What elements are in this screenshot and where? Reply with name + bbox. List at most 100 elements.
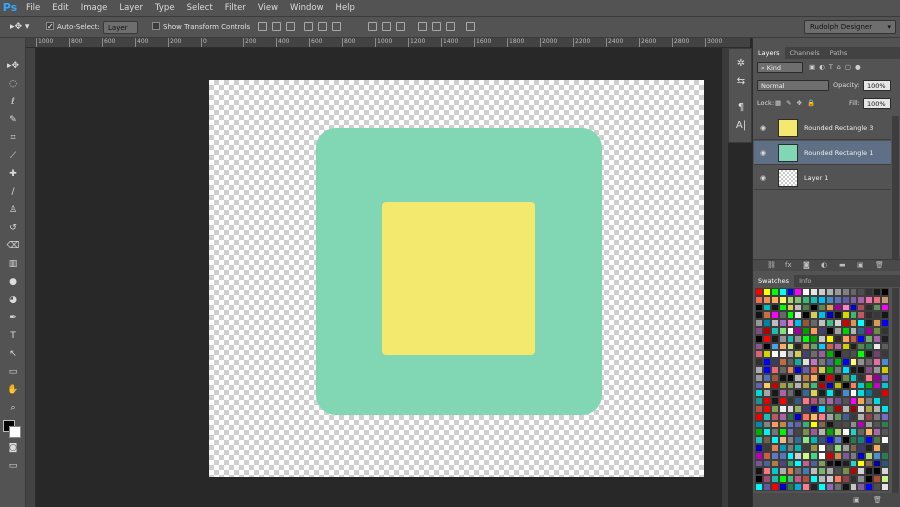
swatch[interactable] bbox=[873, 475, 882, 483]
swatch[interactable] bbox=[881, 326, 889, 335]
menu-type[interactable]: Type bbox=[149, 0, 181, 16]
swatch[interactable] bbox=[802, 342, 811, 351]
swatch[interactable] bbox=[770, 303, 779, 312]
swatch[interactable] bbox=[755, 482, 763, 491]
swatch[interactable] bbox=[802, 475, 811, 483]
swatch[interactable] bbox=[865, 459, 874, 468]
brush-tool-icon[interactable]: ∕ bbox=[3, 185, 23, 199]
swatch[interactable] bbox=[873, 389, 882, 398]
swatch[interactable] bbox=[818, 451, 826, 460]
swatch[interactable] bbox=[818, 404, 826, 413]
swatch[interactable] bbox=[873, 397, 882, 405]
swatch[interactable] bbox=[810, 350, 819, 359]
swatch[interactable] bbox=[794, 420, 803, 429]
swatch[interactable] bbox=[841, 342, 850, 351]
swatch[interactable] bbox=[762, 350, 771, 359]
swatch[interactable] bbox=[841, 420, 850, 429]
swatch[interactable] bbox=[755, 397, 763, 405]
swatch[interactable] bbox=[841, 404, 850, 413]
filter-icons[interactable]: ▣◐T⌂▢● bbox=[809, 62, 891, 73]
swatch[interactable] bbox=[841, 319, 850, 327]
swatch[interactable] bbox=[770, 404, 779, 413]
swatch[interactable] bbox=[810, 295, 819, 304]
swatch[interactable] bbox=[881, 459, 889, 468]
swatch[interactable] bbox=[841, 482, 850, 491]
swatch[interactable] bbox=[841, 459, 850, 468]
swatch[interactable] bbox=[873, 311, 882, 320]
swatch[interactable] bbox=[833, 295, 842, 304]
swatch[interactable] bbox=[849, 420, 858, 429]
swatch[interactable] bbox=[841, 326, 850, 335]
swatch[interactable] bbox=[825, 326, 834, 335]
swatch[interactable] bbox=[825, 467, 834, 476]
swatch[interactable] bbox=[770, 475, 779, 483]
swatch[interactable] bbox=[873, 365, 882, 374]
swatch[interactable] bbox=[881, 467, 889, 476]
swatch[interactable] bbox=[802, 373, 811, 382]
swatch[interactable] bbox=[841, 475, 850, 483]
swatch[interactable] bbox=[825, 342, 834, 351]
marquee-tool-icon[interactable]: ◌ bbox=[3, 77, 23, 91]
swatch[interactable] bbox=[778, 482, 787, 491]
quick-select-tool-icon[interactable]: ✎ bbox=[3, 113, 23, 127]
swatch[interactable] bbox=[833, 311, 842, 320]
swatch[interactable] bbox=[849, 373, 858, 382]
swatch[interactable] bbox=[755, 295, 763, 304]
swatch[interactable] bbox=[786, 326, 795, 335]
swatch[interactable] bbox=[857, 303, 866, 312]
swatch[interactable] bbox=[881, 389, 889, 398]
swatch[interactable] bbox=[865, 389, 874, 398]
swatch[interactable] bbox=[841, 334, 850, 343]
swatch[interactable] bbox=[818, 373, 826, 382]
swatch[interactable] bbox=[849, 342, 858, 351]
swatch[interactable] bbox=[810, 288, 819, 296]
swatch[interactable] bbox=[833, 459, 842, 468]
swatch[interactable] bbox=[770, 319, 779, 327]
swatch[interactable] bbox=[794, 350, 803, 359]
swatch[interactable] bbox=[778, 319, 787, 327]
swatch[interactable] bbox=[833, 319, 842, 327]
swatch[interactable] bbox=[818, 326, 826, 335]
swatch[interactable] bbox=[825, 436, 834, 444]
swatch[interactable] bbox=[833, 334, 842, 343]
align-bottom-icon[interactable] bbox=[286, 22, 295, 31]
swatch[interactable] bbox=[770, 397, 779, 405]
swatch[interactable] bbox=[770, 350, 779, 359]
swatch[interactable] bbox=[786, 303, 795, 312]
swatch[interactable] bbox=[786, 443, 795, 452]
align-vcenter-icon[interactable] bbox=[272, 22, 281, 31]
swatch[interactable] bbox=[794, 381, 803, 390]
swatch[interactable] bbox=[873, 326, 882, 335]
fx-icon[interactable]: fx bbox=[785, 261, 792, 269]
swatch[interactable] bbox=[770, 342, 779, 351]
swatch[interactable] bbox=[810, 311, 819, 320]
swatch[interactable] bbox=[786, 404, 795, 413]
swatch[interactable] bbox=[865, 288, 874, 296]
swatch[interactable] bbox=[794, 342, 803, 351]
swatch[interactable] bbox=[849, 319, 858, 327]
swatch[interactable] bbox=[849, 428, 858, 437]
distribute-top-icon[interactable] bbox=[368, 22, 377, 31]
swatch[interactable] bbox=[755, 428, 763, 437]
swatch[interactable] bbox=[794, 475, 803, 483]
swatch[interactable] bbox=[802, 397, 811, 405]
swatch[interactable] bbox=[881, 397, 889, 405]
swatch[interactable] bbox=[770, 288, 779, 296]
swatch[interactable] bbox=[778, 358, 787, 366]
swatch[interactable] bbox=[762, 420, 771, 429]
menu-layer[interactable]: Layer bbox=[113, 0, 149, 16]
swatch[interactable] bbox=[770, 334, 779, 343]
swatch[interactable] bbox=[841, 358, 850, 366]
swatch[interactable] bbox=[794, 467, 803, 476]
swatch[interactable] bbox=[825, 288, 834, 296]
menu-edit[interactable]: Edit bbox=[46, 0, 74, 16]
swatch[interactable] bbox=[755, 381, 763, 390]
swatch[interactable] bbox=[755, 436, 763, 444]
swatch[interactable] bbox=[881, 358, 889, 366]
swatch[interactable] bbox=[755, 451, 763, 460]
swatch[interactable] bbox=[833, 350, 842, 359]
swatch[interactable] bbox=[755, 467, 763, 476]
menu-file[interactable]: File bbox=[20, 0, 46, 16]
swatch[interactable] bbox=[778, 342, 787, 351]
swatch[interactable] bbox=[755, 288, 763, 296]
